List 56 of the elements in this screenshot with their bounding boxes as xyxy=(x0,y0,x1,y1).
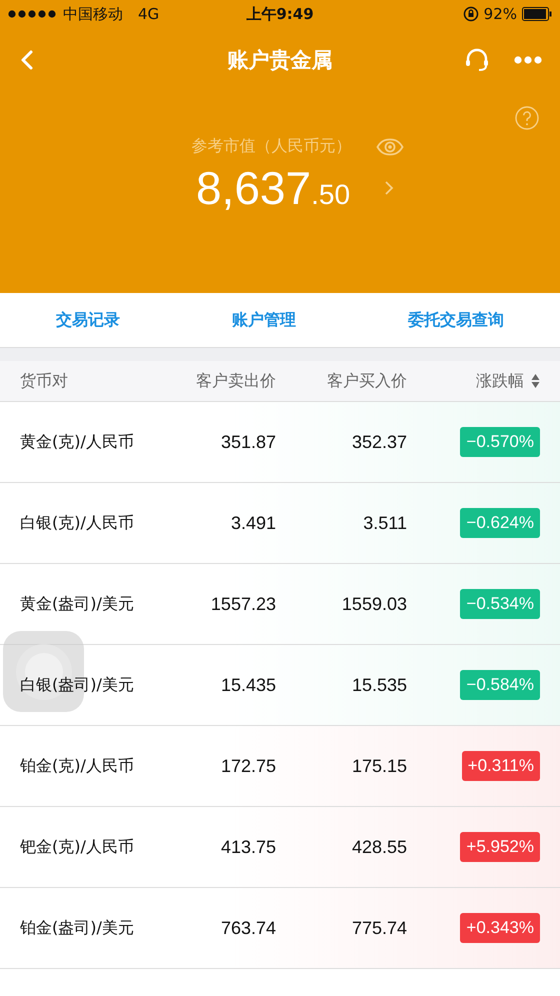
column-header: 货币对 xyxy=(19,370,69,392)
sort-icon xyxy=(531,373,540,389)
status-time: 上午9:49 xyxy=(246,4,314,24)
headset-icon[interactable] xyxy=(464,47,490,73)
quote-row[interactable]: 铂金(克)/人民币 172.75 175.15 +0.311% xyxy=(0,726,560,807)
quote-row[interactable]: 白银(克)/人民币 3.491 3.511 −0.624% xyxy=(0,483,560,564)
table-cell-text: 775.74 xyxy=(350,918,407,938)
quote-row[interactable]: 钯金(克)/人民币 413.75 428.55 +5.952% xyxy=(0,807,560,888)
table-cell-text: 3.511 xyxy=(362,512,407,534)
quote-row[interactable]: 黄金(克)/人民币 351.87 352.37 −0.570% xyxy=(0,402,560,483)
table-cell-text: 黄金(克)/人民币 xyxy=(19,432,135,452)
table-cell-text: 172.75 xyxy=(220,756,276,776)
change-badge: −0.624% xyxy=(460,508,540,538)
table-cell-text: 352.37 xyxy=(350,432,407,452)
rotation-lock-icon xyxy=(462,6,479,22)
table-cell-text: 15.435 xyxy=(220,674,276,696)
sort-column-header[interactable]: 涨跌幅 xyxy=(476,370,560,392)
quote-row[interactable]: 铂金(盎司)/美元 763.74 775.74 +0.343% xyxy=(0,888,560,969)
table-cell-text: 1559.03 xyxy=(340,594,407,614)
more-icon[interactable] xyxy=(514,56,542,64)
change-badge: +0.311% xyxy=(462,751,540,781)
change-badge: +5.952% xyxy=(460,832,540,862)
table-cell-text: 铂金(克)/人民币 xyxy=(19,756,135,776)
table-cell-text: 175.15 xyxy=(350,756,407,776)
battery-percent: 92% xyxy=(484,5,517,23)
column-header: 客户买入价 xyxy=(326,370,407,392)
table-cell-text: 428.55 xyxy=(350,836,407,858)
change-badge: −0.570% xyxy=(460,427,540,457)
table-cell-text: 黄金(盎司)/美元 xyxy=(19,594,135,614)
table-cell-text: 铂金(盎司)/美元 xyxy=(19,918,135,938)
table-cell-text: 413.75 xyxy=(220,836,276,858)
help-icon[interactable] xyxy=(515,106,539,130)
table-cell-text: 白银(盎司)/美元 xyxy=(19,674,135,696)
table-cell-text: 351.87 xyxy=(220,432,276,452)
chevron-icon[interactable] xyxy=(384,180,394,196)
market-value: 8,637.50 xyxy=(196,161,350,215)
battery-icon xyxy=(522,7,552,21)
change-badge: −0.534% xyxy=(460,589,540,619)
table-cell-text: 白银(克)/人民币 xyxy=(19,512,135,534)
back-button[interactable] xyxy=(20,49,34,71)
carrier-text: 中国移动 xyxy=(63,4,123,24)
change-badge: +0.343% xyxy=(460,913,540,943)
change-badge: −0.584% xyxy=(460,670,540,700)
network-text: 4G xyxy=(138,5,160,23)
signal-icon xyxy=(8,10,58,18)
quote-row[interactable]: 黄金(盎司)/美元 1557.23 1559.03 −0.534% xyxy=(0,564,560,645)
quote-row[interactable]: 白银(盎司)/美元 15.435 15.535 −0.584% xyxy=(0,645,560,726)
table-cell-text: 3.491 xyxy=(230,512,276,534)
table-cell-text: 763.74 xyxy=(220,918,276,938)
table-cell-text: 15.535 xyxy=(350,674,407,696)
column-header: 客户卖出价 xyxy=(195,370,276,392)
table-cell-text: 钯金(克)/人民币 xyxy=(19,836,135,858)
eye-icon[interactable] xyxy=(376,138,404,156)
market-value-label: 参考市值（人民币元） xyxy=(192,136,352,157)
table-cell-text: 1557.23 xyxy=(210,594,276,614)
page-title: 账户贵金属 xyxy=(228,47,332,74)
